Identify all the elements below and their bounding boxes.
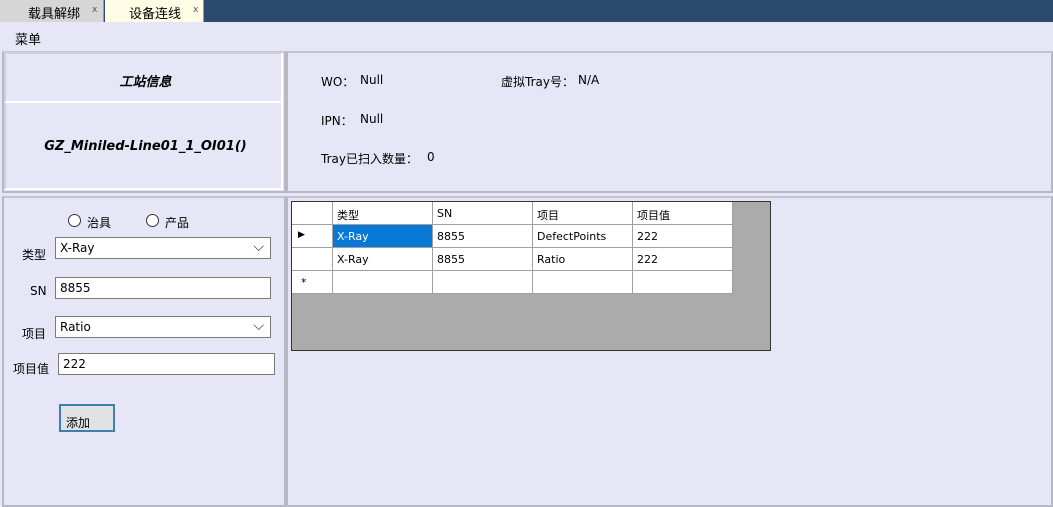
fixture-radio-label: 治具 xyxy=(87,216,112,230)
table-cell[interactable] xyxy=(633,271,733,294)
table-cell[interactable] xyxy=(533,271,633,294)
new-row-icon: * xyxy=(301,276,307,289)
close-icon[interactable]: x xyxy=(193,5,198,15)
item-value-input[interactable]: 222 xyxy=(58,353,275,375)
station-title-box: 工站信息 xyxy=(4,52,283,103)
type-label: 类型 xyxy=(22,248,47,262)
table-cell[interactable]: DefectPoints xyxy=(533,225,633,248)
sn-label: SN xyxy=(30,284,47,298)
table-cell[interactable] xyxy=(333,271,433,294)
tab-label: 设备连线 xyxy=(129,7,182,22)
table-cell[interactable]: 8855 xyxy=(433,225,533,248)
item-value-label: 项目值 xyxy=(13,362,50,376)
info-panel: WO： Null 虚拟Tray号： N/A IPN： Null Tray已扫入数… xyxy=(286,51,1053,193)
row-header[interactable] xyxy=(292,248,333,271)
chevron-down-icon: ⌵ xyxy=(253,239,264,255)
table-cell[interactable]: 222 xyxy=(633,225,733,248)
table-cell[interactable]: 222 xyxy=(633,248,733,271)
data-grid[interactable]: 类型 SN 项目 项目值 ▶ X-Ray 8855 DefectPoints 2… xyxy=(291,201,771,351)
column-header-sn[interactable]: SN xyxy=(433,202,533,225)
table-cell[interactable] xyxy=(433,271,533,294)
column-header-item[interactable]: 项目 xyxy=(533,202,633,225)
tab-label: 载具解绑 xyxy=(28,7,81,22)
menu-bar: 菜单 xyxy=(0,22,1053,50)
item-select-value: Ratio xyxy=(60,320,91,334)
station-title: 工站信息 xyxy=(119,75,172,90)
ipn-label: IPN： xyxy=(321,114,353,128)
tab-bar: 载具解绑 x 设备连线 x xyxy=(0,0,1053,22)
tray-count-value: 0 xyxy=(427,150,435,164)
item-select[interactable]: Ratio ⌵ xyxy=(55,316,271,338)
row-header[interactable]: * xyxy=(292,271,333,294)
row-header[interactable]: ▶ xyxy=(292,225,333,248)
sn-input-value: 8855 xyxy=(60,281,91,295)
tray-value: N/A xyxy=(578,73,600,87)
product-radio-label: 产品 xyxy=(165,216,190,230)
menu-item[interactable]: 菜单 xyxy=(15,29,41,48)
close-icon[interactable]: x xyxy=(92,5,97,15)
column-header-type[interactable]: 类型 xyxy=(333,202,433,225)
current-row-arrow-icon: ▶ xyxy=(298,230,305,240)
station-line-box: GZ_Miniled-Line01_1_OI01() xyxy=(4,103,283,190)
fixture-radio[interactable] xyxy=(68,214,81,227)
table-cell[interactable]: X-Ray xyxy=(333,225,433,248)
wo-label: WO： xyxy=(321,75,355,89)
type-select-value: X-Ray xyxy=(60,241,95,255)
grid-corner xyxy=(292,202,333,225)
column-header-item-value[interactable]: 项目值 xyxy=(633,202,733,225)
sn-input[interactable]: 8855 xyxy=(55,277,271,299)
table-cell[interactable]: 8855 xyxy=(433,248,533,271)
tab-device-connect[interactable]: 设备连线 x xyxy=(105,0,204,22)
type-select[interactable]: X-Ray ⌵ xyxy=(55,237,271,259)
product-radio[interactable] xyxy=(146,214,159,227)
tab-carrier-unbind[interactable]: 载具解绑 x xyxy=(0,0,104,22)
tray-label: 虚拟Tray号： xyxy=(501,75,574,89)
chevron-down-icon: ⌵ xyxy=(253,318,264,334)
ipn-value: Null xyxy=(360,112,384,126)
add-button-label: 添加 xyxy=(66,416,91,430)
add-button[interactable]: 添加 xyxy=(59,404,115,432)
item-label: 项目 xyxy=(22,327,47,341)
item-value-input-value: 222 xyxy=(63,357,86,371)
table-cell[interactable]: Ratio xyxy=(533,248,633,271)
station-line: GZ_Miniled-Line01_1_OI01() xyxy=(44,139,247,154)
tray-count-label: Tray已扫入数量： xyxy=(321,152,418,166)
wo-value: Null xyxy=(360,73,384,87)
table-cell[interactable]: X-Ray xyxy=(333,248,433,271)
